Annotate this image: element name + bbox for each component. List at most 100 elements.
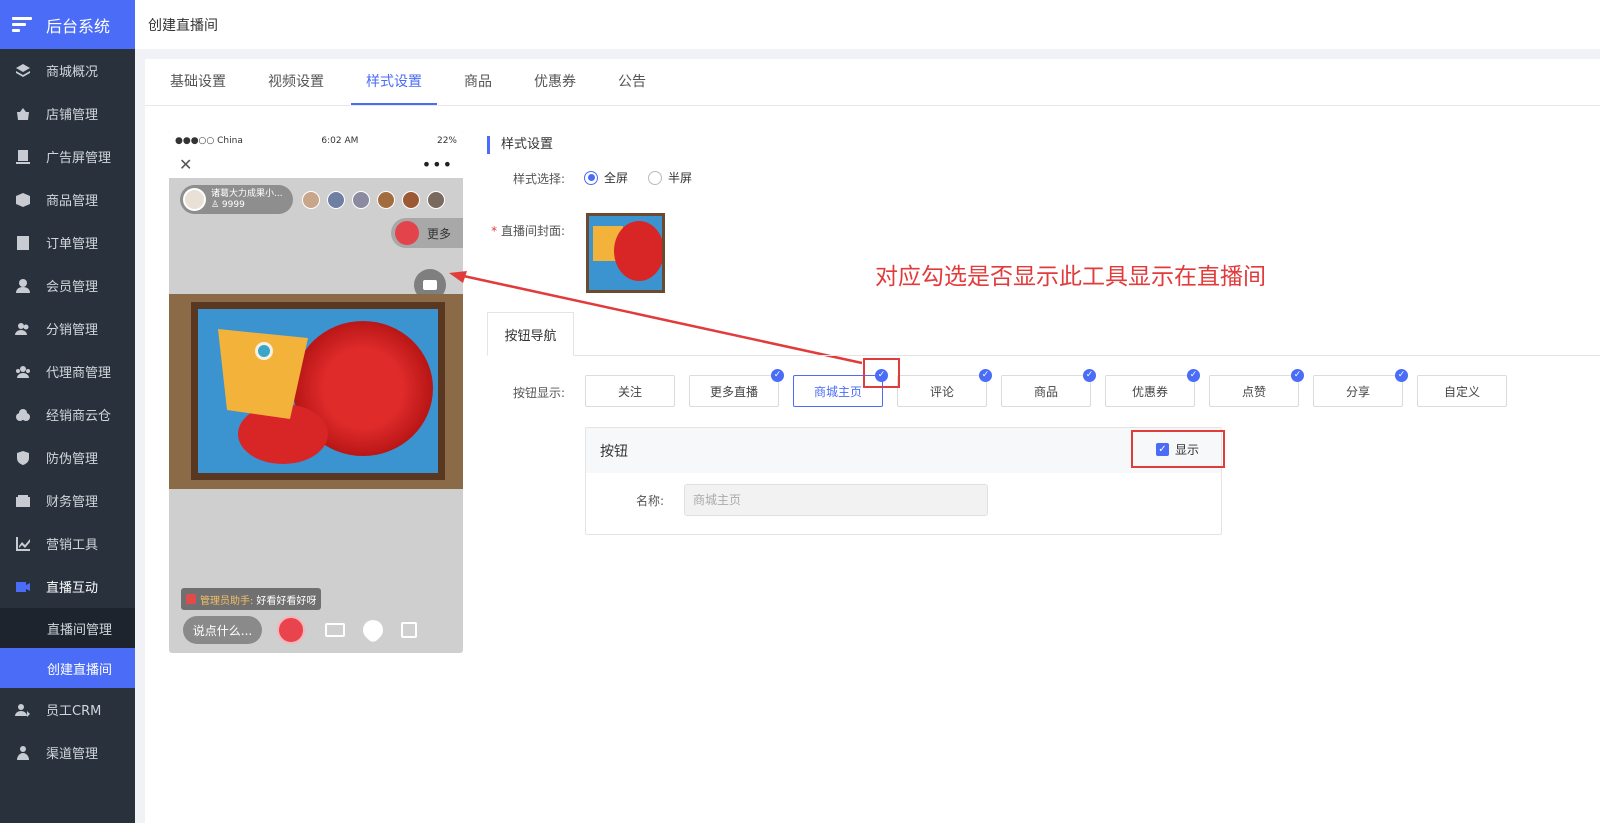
users-icon xyxy=(14,320,32,338)
tab-basic[interactable]: 基础设置 xyxy=(155,59,241,105)
sidebar-item-agents[interactable]: 代理商管理 xyxy=(0,350,135,393)
tab-notice[interactable]: 公告 xyxy=(603,59,661,105)
sidebar: 后台系统 商城概况 店铺管理 广告屏管理 商品管理 订单管理 会员管理 分销管理… xyxy=(0,0,135,823)
wallet-icon xyxy=(14,492,32,510)
name-input[interactable]: 商城主页 xyxy=(684,484,988,516)
more-dots-icon: ••• xyxy=(421,155,453,174)
chip-custom[interactable]: 自定义 xyxy=(1417,375,1507,407)
phone-bottom-bar: 说点什么... xyxy=(183,615,453,645)
close-icon: ✕ xyxy=(179,155,193,174)
highlight-box xyxy=(863,358,900,388)
button-config-panel: 按钮 ✓ 显示 名称: 商城主页 xyxy=(585,427,1222,535)
page-title: 创建直播间 xyxy=(148,17,218,34)
like-icon xyxy=(358,615,388,645)
share-icon xyxy=(401,622,417,638)
phone-header: ✕ ••• xyxy=(169,151,463,178)
avatar xyxy=(402,191,420,209)
check-icon: ✓ xyxy=(771,369,784,382)
panel-title: 按钮 xyxy=(586,428,1221,473)
name-label: 名称: xyxy=(636,494,665,508)
sidebar-item-store[interactable]: 店铺管理 xyxy=(0,92,135,135)
chip-goods[interactable]: 商品 ✓ xyxy=(1001,369,1096,407)
cover-label: * 直播间封面: xyxy=(491,224,565,238)
channel-icon xyxy=(14,744,32,762)
sidebar-item-marketing[interactable]: 营销工具 xyxy=(0,522,135,565)
menu-toggle-icon[interactable] xyxy=(12,14,32,35)
box-icon xyxy=(14,191,32,209)
video-icon xyxy=(14,578,32,596)
sidebar-item-overview[interactable]: 商城概况 xyxy=(0,49,135,92)
gift-icon xyxy=(277,616,305,644)
layers-icon xyxy=(14,62,32,80)
chip-more-live[interactable]: 更多直播 ✓ xyxy=(689,369,784,407)
section-title: 样式设置 xyxy=(487,136,553,154)
button-nav-tabs: 按钮导航 xyxy=(487,312,1600,356)
sidebar-item-finance[interactable]: 财务管理 xyxy=(0,479,135,522)
avatar xyxy=(302,191,320,209)
phone-preview: ●●●○○ China 6:02 AM 22% ✕ ••• 诸葛大力成果小...… xyxy=(169,131,463,653)
check-icon: ✓ xyxy=(979,369,992,382)
tab-bar: 基础设置 视频设置 样式设置 商品 优惠券 公告 xyxy=(145,59,1600,106)
button-display-label: 按钮显示: xyxy=(512,386,565,400)
tab-style[interactable]: 样式设置 xyxy=(351,59,437,105)
tab-button-nav[interactable]: 按钮导航 xyxy=(487,312,574,356)
brand: 后台系统 xyxy=(0,0,135,49)
check-icon: ✓ xyxy=(1187,369,1200,382)
chip-like[interactable]: 点赞 ✓ xyxy=(1209,369,1304,407)
highlight-box xyxy=(1131,430,1225,468)
live-video xyxy=(169,294,463,489)
sidebar-item-dealer-cloud[interactable]: 经销商云仓 xyxy=(0,393,135,436)
chat-message: 管理员助手: 好看好看好呀 xyxy=(181,588,321,610)
avatar xyxy=(377,191,395,209)
sidebar-sub-live-rooms[interactable]: 直播间管理 xyxy=(0,608,135,648)
brand-title: 后台系统 xyxy=(46,16,111,36)
check-icon: ✓ xyxy=(1083,369,1096,382)
store-icon xyxy=(14,105,32,123)
avatar xyxy=(427,191,445,209)
comment-input: 说点什么... xyxy=(183,616,262,644)
chip-coupon[interactable]: 优惠券 ✓ xyxy=(1105,369,1200,407)
style-radio-group: 全屏 半屏 xyxy=(584,169,712,186)
avatar xyxy=(327,191,345,209)
chip-comment[interactable]: 评论 ✓ xyxy=(897,369,992,407)
sidebar-item-crm[interactable]: 员工CRM xyxy=(0,688,135,731)
sidebar-item-anti-fake[interactable]: 防伪管理 xyxy=(0,436,135,479)
user-icon xyxy=(14,277,32,295)
live-icon xyxy=(395,221,419,245)
check-icon: ✓ xyxy=(1395,369,1408,382)
more-live-pill: 更多 xyxy=(391,218,463,248)
order-icon xyxy=(14,234,32,252)
sidebar-item-ad-screen[interactable]: 广告屏管理 xyxy=(0,135,135,178)
crm-icon xyxy=(14,701,32,719)
chip-share[interactable]: 分享 ✓ xyxy=(1313,369,1408,407)
tab-coupons[interactable]: 优惠券 xyxy=(519,59,591,105)
sidebar-item-distribution[interactable]: 分销管理 xyxy=(0,307,135,350)
tab-video[interactable]: 视频设置 xyxy=(253,59,339,105)
cloud-icon xyxy=(14,406,32,424)
sidebar-item-members[interactable]: 会员管理 xyxy=(0,264,135,307)
main-content: 基础设置 视频设置 样式设置 商品 优惠券 公告 ●●●○○ China 6:0… xyxy=(145,59,1600,823)
shield-icon xyxy=(14,449,32,467)
admin-badge-icon xyxy=(186,594,196,604)
sidebar-item-channel[interactable]: 渠道管理 xyxy=(0,731,135,774)
style-select-label: 样式选择: xyxy=(512,172,565,186)
button-chip-row: 关注 更多直播 ✓ 商城主页 ✓ 评论 ✓ 商品 ✓ 优惠券 ✓ 点赞 ✓ 分享 ✓ 自定义 xyxy=(585,369,1521,407)
radio-fullscreen[interactable]: 全屏 xyxy=(584,169,628,186)
anchor-info: 诸葛大力成果小... ♙ 9999 xyxy=(180,185,293,214)
annotation-text: 对应勾选是否显示此工具显示在直播间 xyxy=(875,264,1266,290)
check-icon: ✓ xyxy=(1291,369,1304,382)
viewer-avatars xyxy=(302,191,452,209)
avatar xyxy=(352,191,370,209)
tab-goods[interactable]: 商品 xyxy=(449,59,507,105)
phone-status-bar: ●●●○○ China 6:02 AM 22% xyxy=(169,131,463,151)
sidebar-item-live[interactable]: 直播互动 xyxy=(0,565,135,608)
chart-icon xyxy=(14,535,32,553)
sidebar-item-orders[interactable]: 订单管理 xyxy=(0,221,135,264)
group-icon xyxy=(14,363,32,381)
radio-halfscreen[interactable]: 半屏 xyxy=(648,169,692,186)
coupon-icon xyxy=(325,623,345,637)
sidebar-sub-create-live[interactable]: 创建直播间 xyxy=(0,648,135,688)
header: 创建直播间 xyxy=(135,0,1600,49)
chip-follow[interactable]: 关注 xyxy=(585,375,675,407)
sidebar-item-goods[interactable]: 商品管理 xyxy=(0,178,135,221)
